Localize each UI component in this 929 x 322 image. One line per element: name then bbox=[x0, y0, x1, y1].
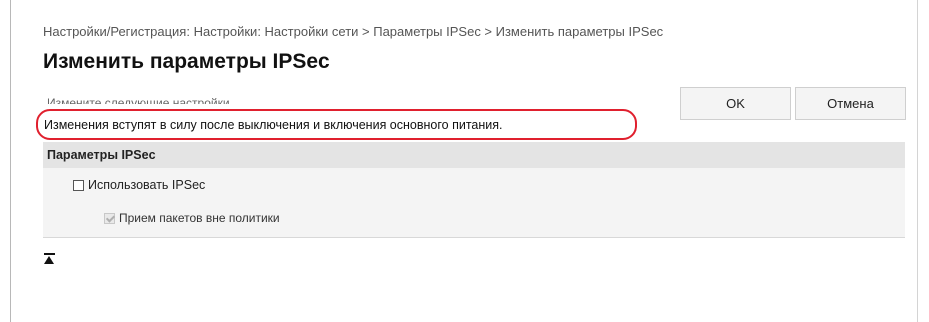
non-policy-packets-option: Прием пакетов вне политики bbox=[104, 211, 280, 225]
non-policy-packets-label: Прием пакетов вне политики bbox=[119, 211, 280, 225]
non-policy-packets-checkbox bbox=[104, 212, 115, 224]
ok-button[interactable]: OK bbox=[680, 87, 791, 120]
cancel-button[interactable]: Отмена bbox=[795, 87, 906, 120]
use-ipsec-checkbox[interactable] bbox=[73, 179, 84, 191]
instruction-text: Измените следующие настройки. bbox=[47, 96, 233, 104]
use-ipsec-label: Использовать IPSec bbox=[88, 178, 206, 192]
section-header-ipsec: Параметры IPSec bbox=[43, 142, 905, 168]
restart-notice: Изменения вступят в силу после выключени… bbox=[36, 109, 637, 140]
section-title: Параметры IPSec bbox=[47, 148, 156, 162]
page-title: Изменить параметры IPSec bbox=[43, 50, 330, 73]
scroll-to-top-arrow bbox=[44, 256, 54, 264]
restart-notice-text: Изменения вступят в силу после выключени… bbox=[44, 117, 503, 132]
use-ipsec-option[interactable]: Использовать IPSec bbox=[73, 178, 205, 192]
scroll-to-top-icon[interactable] bbox=[43, 253, 57, 265]
breadcrumb: Настройки/Регистрация: Настройки: Настро… bbox=[43, 24, 664, 39]
scroll-to-top-bar bbox=[44, 253, 55, 255]
